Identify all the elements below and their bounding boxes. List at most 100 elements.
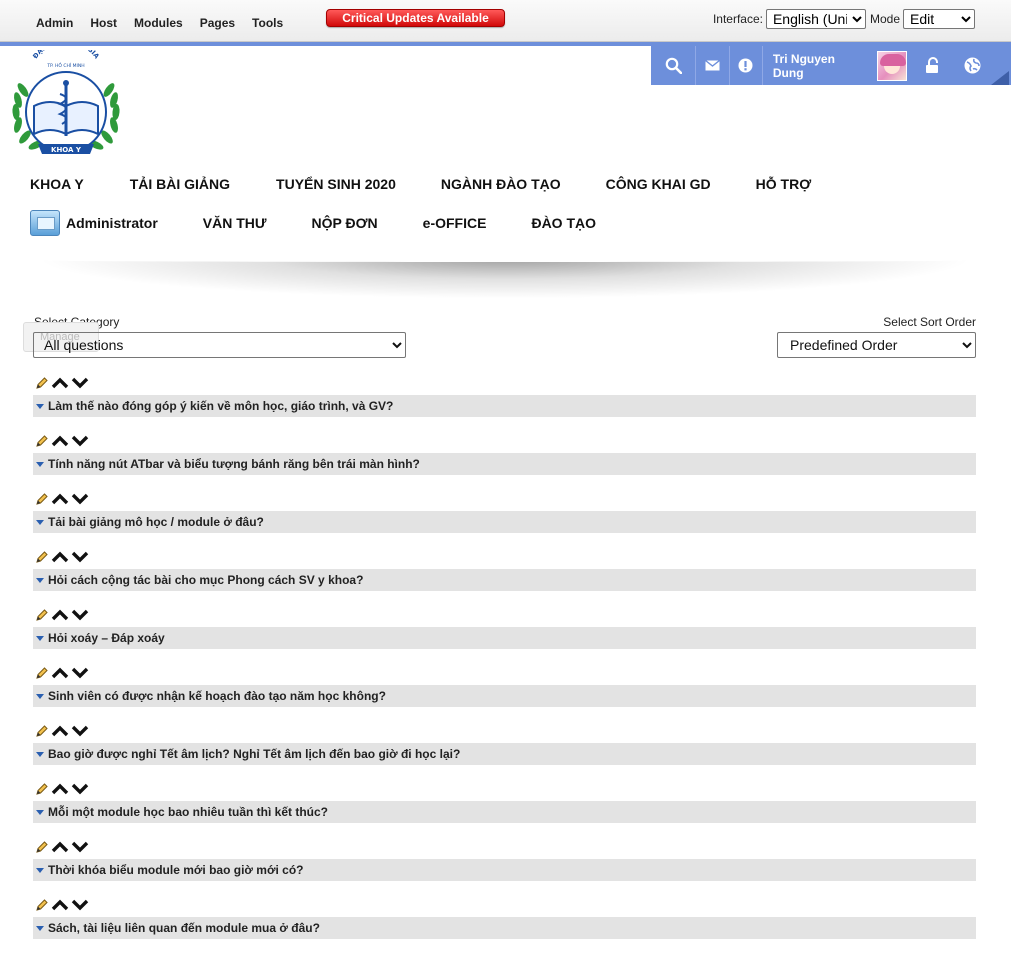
nav-item-ho-tro[interactable]: HỖ TRỢ [756,176,812,192]
nav-item-administrator[interactable]: Administrator [66,215,158,231]
faq-item-controls [35,608,89,627]
language-button[interactable] [952,46,993,85]
administrator-icon[interactable] [30,210,60,236]
move-down-icon[interactable] [71,434,89,452]
svg-text:ĐẠI HỌC QUỐC GIA: ĐẠI HỌC QUỐC GIA [31,50,100,60]
faq-question-text: Sinh viên có được nhận kế hoạch đào tạo … [48,689,386,703]
main-nav: KHOA Y TẢI BÀI GIẢNG TUYỂN SINH 2020 NGÀ… [30,176,811,192]
interface-label: Interface: [712,12,763,26]
faq-question-header[interactable]: Hỏi xoáy – Đáp xoáy [33,627,976,649]
menu-tools[interactable]: Tools [252,16,283,30]
faq-question-header[interactable]: Thời khóa biểu module mới bao giờ mới có… [33,859,976,881]
move-up-icon[interactable] [51,840,69,858]
search-button[interactable] [651,46,697,85]
logo-ribbon-text: KHOA Y [51,146,82,154]
faq-item: Tải bài giảng mô học / module ở đâu? [33,492,976,551]
logo-top-text: ĐẠI HỌC QUỐC GIA [31,37,100,60]
menu-host[interactable]: Host [90,16,117,30]
expand-caret-icon [36,461,44,467]
category-select[interactable]: All questions [33,332,406,358]
alert-icon [738,58,753,73]
faq-item: Hỏi cách cộng tác bài cho mục Phong cách… [33,550,976,609]
expand-caret-icon [36,925,44,931]
faq-item: Mỗi một module học bao nhiêu tuần thì kế… [33,782,976,841]
edit-pencil-icon[interactable] [35,782,49,801]
menu-modules[interactable]: Modules [134,16,183,30]
nav-item-e-office[interactable]: e-OFFICE [423,215,487,231]
nav-item-cong-khai-gd[interactable]: CÔNG KHAI GD [606,176,711,192]
move-up-icon[interactable] [51,898,69,916]
edit-pencil-icon[interactable] [35,898,49,917]
interface-language-select[interactable]: English (Unit [765,9,866,29]
nav-item-tuyen-sinh[interactable]: TUYỂN SINH 2020 [276,176,396,192]
faq-item: Bao giờ được nghỉ Tết âm lịch? Nghỉ Tết … [33,724,976,783]
avatar[interactable] [877,50,907,81]
move-up-icon[interactable] [51,434,69,452]
move-down-icon[interactable] [71,898,89,916]
move-down-icon[interactable] [71,724,89,742]
move-up-icon[interactable] [51,376,69,394]
faq-question-header[interactable]: Hỏi cách cộng tác bài cho mục Phong cách… [33,569,976,591]
edit-pencil-icon[interactable] [35,550,49,569]
faq-question-header[interactable]: Tải bài giảng mô học / module ở đâu? [33,511,976,533]
menu-pages[interactable]: Pages [200,16,235,30]
edit-pencil-icon[interactable] [35,492,49,511]
nav-item-nganh-dao-tao[interactable]: NGÀNH ĐÀO TẠO [441,176,561,192]
faq-item-controls [35,666,89,685]
faq-question-header[interactable]: Sinh viên có được nhận kế hoạch đào tạo … [33,685,976,707]
edit-pencil-icon[interactable] [35,724,49,743]
nav-item-khoa-y[interactable]: KHOA Y [30,176,84,192]
admin-nav: Administrator VĂN THƯ NỘP ĐƠN e-OFFICE Đ… [30,210,596,236]
critical-updates-button[interactable]: Critical Updates Available [326,9,505,27]
search-icon [665,57,682,74]
move-down-icon[interactable] [71,666,89,684]
move-up-icon[interactable] [51,608,69,626]
faq-question-text: Sách, tài liệu liên quan đến module mua … [48,921,320,935]
edit-pencil-icon[interactable] [35,840,49,859]
faq-question-header[interactable]: Tính năng nút ATbar và biểu tượng bánh r… [33,453,976,475]
move-up-icon[interactable] [51,492,69,510]
nav-item-van-thu[interactable]: VĂN THƯ [203,215,267,231]
mail-icon [704,60,720,71]
mode-label: Mode [869,12,900,26]
faq-question-text: Hỏi xoáy – Đáp xoáy [48,631,165,645]
control-bar: Admin Host Modules Pages Tools Critical … [0,0,1011,42]
faq-question-header[interactable]: Mỗi một module học bao nhiêu tuần thì kế… [33,801,976,823]
faq-question-text: Hỏi cách cộng tác bài cho mục Phong cách… [48,573,364,587]
site-logo[interactable]: ĐẠI HỌC QUỐC GIA TP. HỒ CHÍ MINH [8,37,124,160]
move-down-icon[interactable] [71,840,89,858]
move-down-icon[interactable] [71,782,89,800]
user-name-link[interactable]: Tri Nguyen Dung [763,46,877,85]
faq-question-text: Làm thế nào đóng góp ý kiến về môn học, … [48,399,394,413]
nav-item-dao-tao[interactable]: ĐÀO TẠO [531,215,596,231]
move-up-icon[interactable] [51,724,69,742]
messages-button[interactable] [696,46,730,85]
edit-pencil-icon[interactable] [35,608,49,627]
control-bar-menu: Admin Host Modules Pages Tools [36,16,300,30]
mode-select[interactable]: Edit [903,9,975,29]
faq-question-header[interactable]: Sách, tài liệu liên quan đến module mua … [33,917,976,939]
edit-pencil-icon[interactable] [35,434,49,453]
move-down-icon[interactable] [71,376,89,394]
faq-question-header[interactable]: Bao giờ được nghỉ Tết âm lịch? Nghỉ Tết … [33,743,976,765]
menu-admin[interactable]: Admin [36,16,73,30]
move-up-icon[interactable] [51,550,69,568]
logout-button[interactable] [915,46,952,85]
move-down-icon[interactable] [71,550,89,568]
edit-pencil-icon[interactable] [35,666,49,685]
nav-item-tai-bai-giang[interactable]: TẢI BÀI GIẢNG [130,176,230,192]
notifications-button[interactable] [730,46,763,85]
faq-item: Tính năng nút ATbar và biểu tượng bánh r… [33,434,976,493]
faq-question-text: Tải bài giảng mô học / module ở đâu? [48,515,264,529]
faq-question-header[interactable]: Làm thế nào đóng góp ý kiến về môn học, … [33,395,976,417]
move-up-icon[interactable] [51,666,69,684]
move-down-icon[interactable] [71,608,89,626]
faq-item-controls [35,434,89,453]
sort-order-select[interactable]: Predefined Order [777,332,976,358]
edit-pencil-icon[interactable] [35,376,49,395]
user-bar: Tri Nguyen Dung [651,46,993,85]
faq-item: Hỏi xoáy – Đáp xoáy [33,608,976,667]
move-up-icon[interactable] [51,782,69,800]
move-down-icon[interactable] [71,492,89,510]
nav-item-nop-don[interactable]: NỘP ĐƠN [312,215,378,231]
